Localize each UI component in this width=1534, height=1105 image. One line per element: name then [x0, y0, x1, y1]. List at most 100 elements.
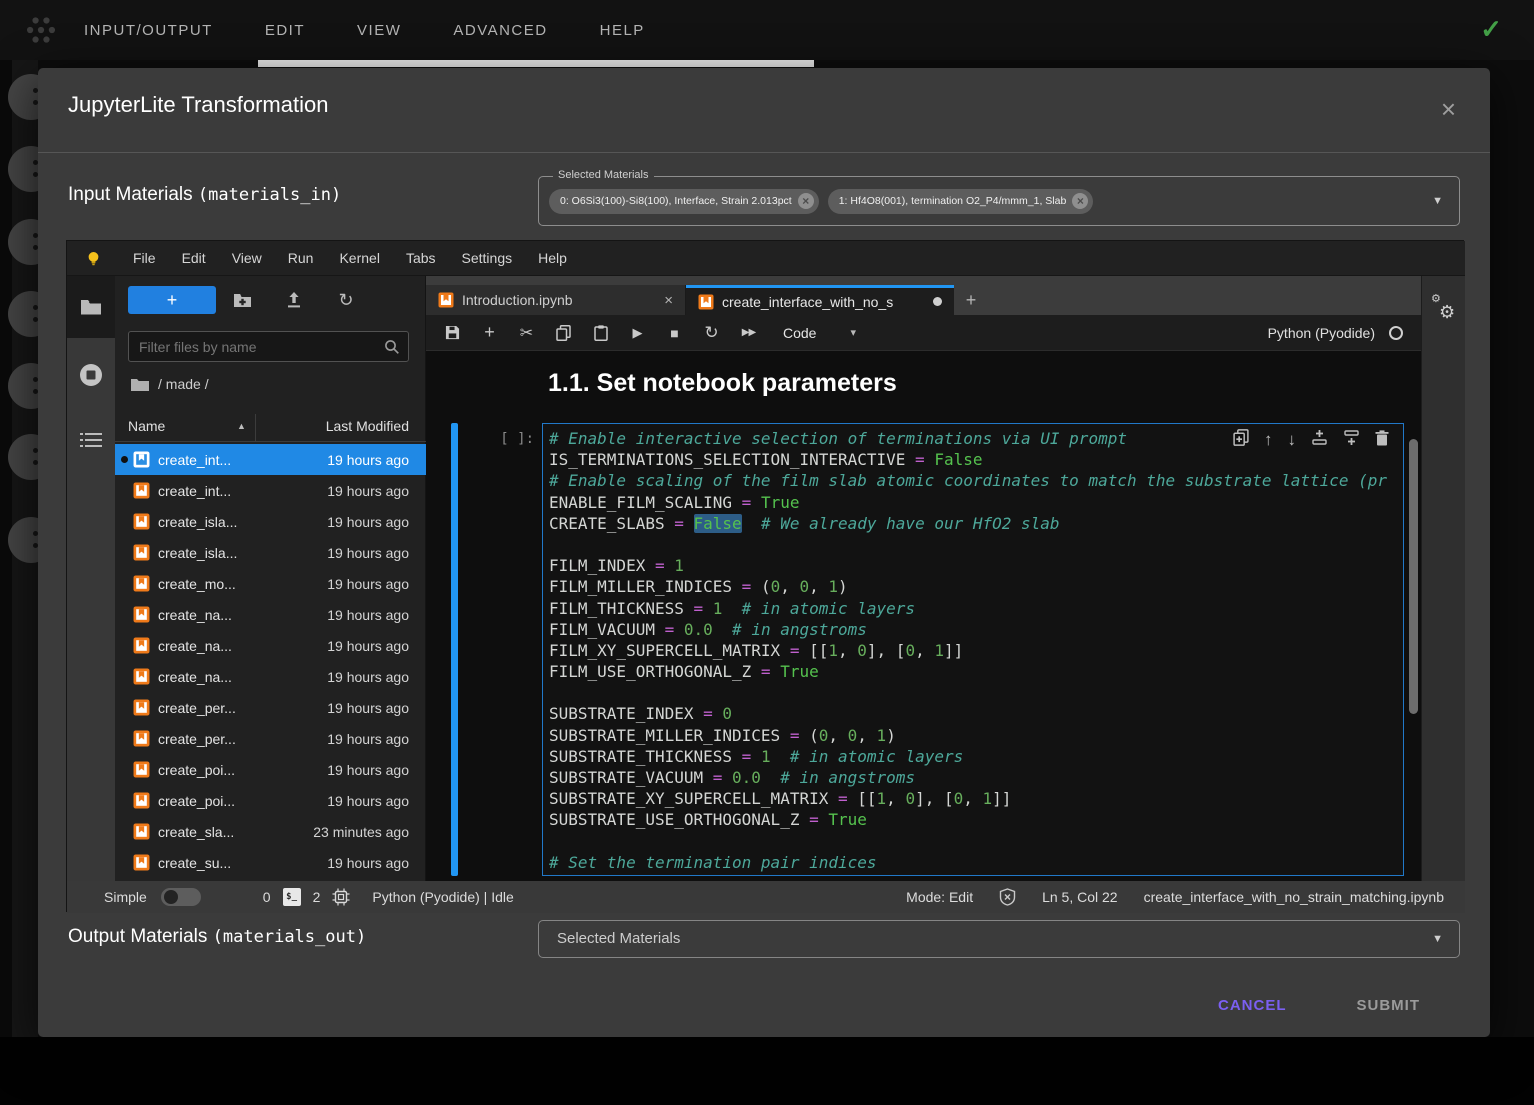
insert-cell-button[interactable]: +	[471, 322, 508, 343]
tab-create-interface[interactable]: create_interface_with_no_s	[686, 285, 954, 315]
file-name: create_isla...	[158, 545, 237, 561]
tab-introduction[interactable]: Introduction.ipynb ×	[426, 285, 686, 315]
terminal-count[interactable]: 0	[263, 889, 271, 905]
material-chip[interactable]: 0: O6Si3(100)-Si8(100), Interface, Strai…	[549, 189, 819, 214]
run-cell-button[interactable]: ▶	[619, 325, 656, 341]
delete-cell-icon[interactable]	[1375, 430, 1389, 449]
refresh-button[interactable]: ↻	[320, 291, 372, 309]
upload-button[interactable]	[268, 292, 320, 309]
file-row[interactable]: create_per...19 hours ago	[115, 692, 426, 723]
material-chip-label: 0: O6Si3(100)-Si8(100), Interface, Strai…	[560, 195, 792, 207]
file-row[interactable]: create_sla...23 minutes ago	[115, 816, 426, 847]
material-chip[interactable]: 1: Hf4O8(001), termination O2_P4/mmm_1, …	[828, 189, 1094, 214]
menu-edit[interactable]: EDIT	[265, 22, 305, 39]
paste-cells-button[interactable]	[582, 325, 619, 341]
copy-cells-button[interactable]	[545, 325, 582, 341]
output-materials-select[interactable]: Selected Materials ▼	[538, 920, 1460, 958]
menu-input-output[interactable]: INPUT/OUTPUT	[84, 22, 213, 39]
insert-cell-below-icon[interactable]	[1343, 429, 1360, 449]
running-kernels-tab[interactable]	[67, 362, 115, 388]
file-row[interactable]: create_su...19 hours ago	[115, 847, 426, 878]
menu-help[interactable]: HELP	[600, 22, 645, 39]
saved-check-icon: ✓	[1480, 14, 1502, 45]
file-row[interactable]: create_per...19 hours ago	[115, 723, 426, 754]
editor-mode[interactable]: Mode: Edit	[906, 889, 973, 905]
file-name: create_int...	[158, 483, 231, 499]
breadcrumb[interactable]: / made /	[131, 376, 209, 392]
file-row[interactable]: create_na...19 hours ago	[115, 599, 426, 630]
kernel-status-icon[interactable]	[1389, 326, 1403, 340]
selected-materials-fieldset[interactable]: Selected Materials 0: O6Si3(100)-Si8(100…	[538, 176, 1460, 226]
notebook-file-icon	[133, 637, 150, 654]
simple-mode-toggle[interactable]	[161, 888, 201, 906]
cancel-button[interactable]: CANCEL	[1206, 987, 1299, 1024]
move-cell-down-icon[interactable]: ↓	[1288, 431, 1297, 448]
output-materials-label: Output Materials (materials_out)	[68, 926, 366, 948]
menu-view[interactable]: VIEW	[357, 22, 401, 39]
chip-remove-icon[interactable]: ×	[1072, 193, 1088, 209]
move-cell-up-icon[interactable]: ↑	[1264, 431, 1273, 448]
property-inspector-tab[interactable]: ⚙ ⚙	[1431, 294, 1461, 324]
lightbulb-icon[interactable]	[85, 250, 102, 267]
chip-remove-icon[interactable]: ×	[798, 193, 814, 209]
cell-type-select[interactable]: Code	[783, 325, 816, 341]
code-cell-editor[interactable]: # Enable interactive selection of termin…	[542, 423, 1404, 876]
column-last-modified[interactable]: Last Modified	[326, 418, 409, 434]
unsaved-dot-icon[interactable]	[933, 297, 942, 306]
file-name: create_int...	[158, 452, 231, 468]
file-row[interactable]: create_isla...19 hours ago	[115, 537, 426, 568]
kernel-name[interactable]: Python (Pyodide)	[1268, 325, 1375, 341]
jl-menu-file[interactable]: File	[120, 250, 169, 266]
interrupt-kernel-button[interactable]: ■	[656, 325, 693, 341]
add-tab-button[interactable]: +	[954, 285, 988, 315]
file-row[interactable]: create_int...19 hours ago	[115, 444, 426, 475]
file-row[interactable]: create_na...19 hours ago	[115, 661, 426, 692]
duplicate-cell-icon[interactable]	[1233, 429, 1249, 449]
jl-menu-edit[interactable]: Edit	[169, 250, 219, 266]
cell-collapser[interactable]	[451, 423, 458, 876]
run-all-button[interactable]: ▶▶	[730, 327, 767, 338]
save-button[interactable]	[434, 325, 471, 340]
cursor-position[interactable]: Ln 5, Col 22	[1042, 889, 1118, 905]
file-row[interactable]: create_int...19 hours ago	[115, 475, 426, 506]
file-filter[interactable]	[128, 331, 409, 362]
file-name: create_poi...	[158, 762, 235, 778]
filebrowser-tab[interactable]	[67, 276, 115, 338]
file-row[interactable]: create_isla...19 hours ago	[115, 506, 426, 537]
trust-shield-icon[interactable]	[999, 888, 1016, 906]
new-launcher-button[interactable]: +	[128, 286, 216, 314]
submit-button[interactable]: SUBMIT	[1345, 987, 1433, 1024]
file-row[interactable]: create_poi...19 hours ago	[115, 754, 426, 785]
jl-menu-tabs[interactable]: Tabs	[393, 250, 449, 266]
divider	[38, 152, 1490, 153]
notebook-scrollbar[interactable]	[1409, 439, 1418, 714]
cell-toolbar: ↑ ↓	[1233, 429, 1389, 449]
jl-menu-help[interactable]: Help	[525, 250, 580, 266]
file-row[interactable]: create_na...19 hours ago	[115, 630, 426, 661]
terminal-icon: $_	[283, 888, 301, 906]
file-row[interactable]: create_mo...19 hours ago	[115, 568, 426, 599]
materials-dropdown-icon[interactable]: ▼	[1432, 195, 1443, 207]
restart-kernel-button[interactable]: ↻	[693, 323, 730, 343]
file-row[interactable]: create_poi...19 hours ago	[115, 785, 426, 816]
kernel-count[interactable]: 2	[313, 889, 321, 905]
jl-menu-kernel[interactable]: Kernel	[326, 250, 392, 266]
insert-cell-above-icon[interactable]	[1311, 429, 1328, 449]
dialog-close-icon[interactable]: ×	[1441, 96, 1456, 122]
file-modified: 19 hours ago	[327, 793, 409, 809]
table-of-contents-tab[interactable]	[67, 432, 115, 450]
new-folder-button[interactable]	[216, 292, 268, 308]
jl-menu-view[interactable]: View	[219, 250, 275, 266]
cut-cells-button[interactable]: ✂	[508, 323, 545, 343]
file-filter-input[interactable]	[129, 339, 384, 355]
jl-menu-run[interactable]: Run	[275, 250, 327, 266]
menu-advanced[interactable]: ADVANCED	[453, 22, 547, 39]
tab-close-icon[interactable]: ×	[664, 292, 673, 309]
file-name: create_na...	[158, 607, 232, 623]
kernel-status-text[interactable]: Python (Pyodide) | Idle	[372, 889, 513, 905]
column-name[interactable]: Name	[128, 418, 165, 434]
jl-menu-settings[interactable]: Settings	[449, 250, 526, 266]
notebook-icon	[133, 606, 150, 623]
cell-type-dropdown-icon[interactable]: ▾	[850, 326, 856, 339]
output-dropdown-icon[interactable]: ▼	[1432, 933, 1443, 945]
